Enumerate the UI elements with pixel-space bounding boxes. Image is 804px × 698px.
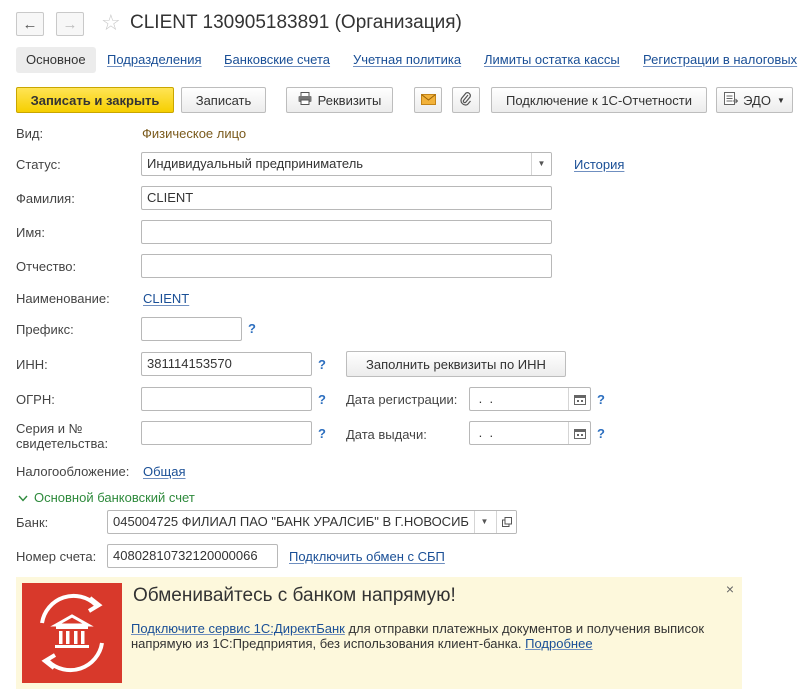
save-and-close-button[interactable]: Записать и закрыть	[16, 87, 174, 113]
name-label: Имя:	[16, 225, 45, 240]
series-help-icon[interactable]: ?	[318, 426, 326, 441]
bank-value: 045004725 ФИЛИАЛ ПАО "БАНК УРАЛСИБ" В Г.…	[113, 514, 469, 529]
status-value: Индивидуальный предприниматель	[147, 156, 364, 171]
account-label: Номер счета:	[16, 549, 97, 564]
attach-button[interactable]	[452, 87, 480, 113]
bank-select[interactable]: 045004725 ФИЛИАЛ ПАО "БАНК УРАЛСИБ" В Г.…	[107, 510, 517, 534]
chevron-down-icon: ▼	[776, 95, 785, 105]
bank-section-title: Основной банковский счет	[34, 490, 195, 505]
prefix-help-icon[interactable]: ?	[248, 321, 256, 336]
bank-section-toggle[interactable]: Основной банковский счет	[18, 490, 195, 505]
tab-departments[interactable]: Подразделения	[107, 47, 202, 73]
status-label: Статус:	[16, 157, 61, 172]
issue-date-value: . .	[475, 425, 494, 440]
inn-help-icon[interactable]: ?	[318, 357, 326, 372]
envelope-icon	[420, 93, 436, 108]
requisites-button[interactable]: Реквизиты	[286, 87, 393, 113]
issue-date-help-icon[interactable]: ?	[597, 426, 605, 441]
patronymic-input[interactable]	[141, 254, 552, 278]
open-icon[interactable]	[496, 511, 516, 533]
series-input[interactable]	[141, 421, 312, 445]
reg-date-input[interactable]: . .	[469, 387, 591, 411]
arrow-left-icon: ←	[22, 15, 38, 33]
connect-reporting-button[interactable]: Подключение к 1С-Отчетности	[491, 87, 707, 113]
banner-text: Подключите сервис 1С:ДиректБанк для отпр…	[131, 621, 731, 651]
tax-link[interactable]: Общая	[143, 464, 186, 479]
status-select[interactable]: Индивидуальный предприниматель ▼	[141, 152, 552, 176]
calendar-icon[interactable]	[568, 388, 590, 410]
inn-label: ИНН:	[16, 357, 48, 372]
issue-date-input[interactable]: . .	[469, 421, 591, 445]
vid-label: Вид:	[16, 126, 44, 141]
tab-accounting-policy[interactable]: Учетная политика	[353, 47, 461, 73]
inn-input[interactable]: 381114153570	[141, 352, 312, 376]
naming-link[interactable]: CLIENT	[143, 291, 189, 306]
requisites-label: Реквизиты	[317, 92, 382, 108]
edo-document-icon	[724, 92, 739, 108]
chevron-down-icon	[18, 490, 28, 505]
directbank-banner: Обменивайтесь с банком напрямую! Подключ…	[16, 577, 742, 689]
bank-label: Банк:	[16, 515, 49, 530]
dropdown-arrow-icon[interactable]: ▼	[531, 153, 551, 175]
directbank-link[interactable]: Подключите сервис 1С:ДиректБанк	[131, 621, 345, 636]
edo-button[interactable]: ЭДО ▼	[716, 87, 793, 113]
surname-input[interactable]: CLIENT	[141, 186, 552, 210]
paperclip-icon	[460, 91, 472, 109]
bank-exchange-icon	[22, 583, 122, 683]
surname-label: Фамилия:	[16, 191, 75, 206]
favorite-star-icon[interactable]: ☆	[101, 10, 121, 36]
arrow-right-icon: →	[62, 15, 78, 33]
email-button[interactable]	[414, 87, 442, 113]
history-link[interactable]: История	[574, 157, 624, 172]
more-link[interactable]: Подробнее	[525, 636, 592, 651]
vid-value: Физическое лицо	[142, 126, 247, 141]
banner-heading: Обменивайтесь с банком напрямую!	[133, 585, 456, 606]
tab-main[interactable]: Основное	[16, 47, 96, 73]
series-label: Серия и № свидетельства:	[16, 421, 108, 451]
patronymic-label: Отчество:	[16, 259, 77, 274]
ogrn-help-icon[interactable]: ?	[318, 392, 326, 407]
name-input[interactable]	[141, 220, 552, 244]
forward-button[interactable]: →	[56, 12, 84, 36]
tax-label: Налогообложение:	[16, 464, 130, 479]
ogrn-label: ОГРН:	[16, 392, 55, 407]
edo-label: ЭДО	[743, 92, 771, 108]
fill-by-inn-button[interactable]: Заполнить реквизиты по ИНН	[346, 351, 566, 377]
prefix-label: Префикс:	[16, 322, 74, 337]
tab-tax-registrations[interactable]: Регистрации в налоговых	[643, 47, 797, 73]
issue-date-label: Дата выдачи:	[346, 427, 427, 442]
prefix-input[interactable]	[141, 317, 242, 341]
naming-label: Наименование:	[16, 291, 110, 306]
close-icon[interactable]: ×	[726, 581, 734, 597]
reg-date-value: . .	[475, 391, 494, 406]
account-input[interactable]: 40802810732120000066	[107, 544, 278, 568]
reg-date-help-icon[interactable]: ?	[597, 392, 605, 407]
back-button[interactable]: ←	[16, 12, 44, 36]
sbp-link[interactable]: Подключить обмен с СБП	[289, 549, 445, 564]
dropdown-arrow-icon[interactable]: ▼	[474, 511, 494, 533]
reg-date-label: Дата регистрации:	[346, 392, 458, 407]
ogrn-input[interactable]	[141, 387, 312, 411]
page-title: CLIENT 130905183891 (Организация)	[130, 12, 462, 33]
series-label-line2: свидетельства:	[16, 436, 109, 451]
printer-icon	[298, 92, 312, 108]
series-label-line1: Серия и №	[16, 421, 83, 436]
tab-bank-accounts[interactable]: Банковские счета	[224, 47, 330, 73]
tab-cash-limits[interactable]: Лимиты остатка кассы	[484, 47, 620, 73]
save-button[interactable]: Записать	[181, 87, 266, 113]
calendar-icon[interactable]	[568, 422, 590, 444]
